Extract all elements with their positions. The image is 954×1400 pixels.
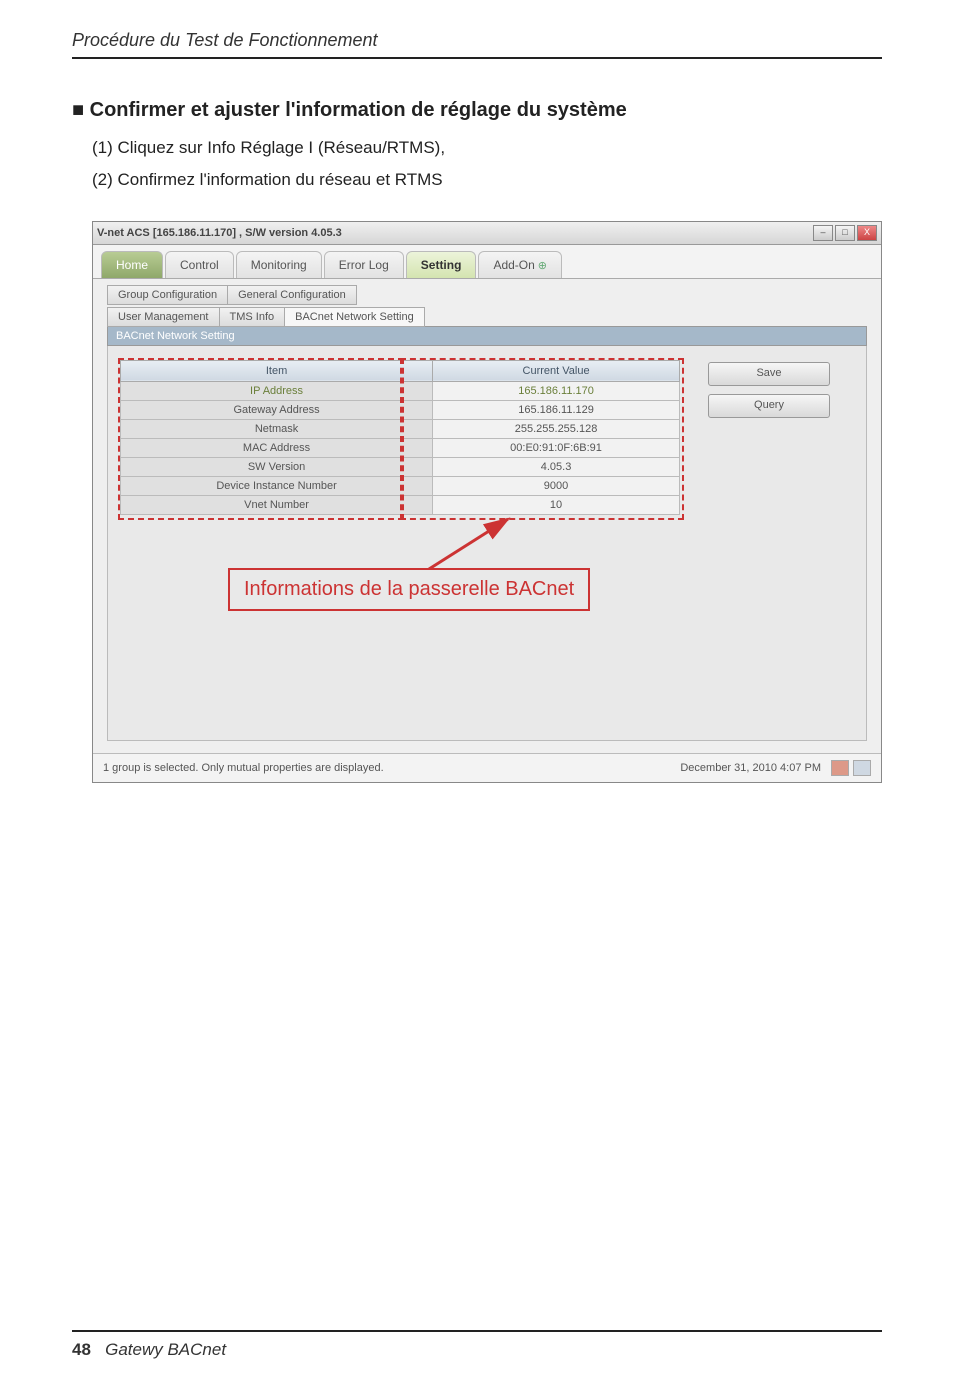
close-button[interactable]: X bbox=[857, 225, 877, 241]
plus-icon: ⊕ bbox=[538, 259, 547, 272]
cell-value: 165.186.11.170 bbox=[433, 381, 680, 400]
page-number: 48 bbox=[72, 1340, 91, 1359]
app-window: V-net ACS [165.186.11.170] , S/W version… bbox=[92, 221, 882, 783]
footer-rule bbox=[72, 1330, 882, 1332]
annotation-box: Informations de la passerelle BACnet bbox=[228, 568, 590, 611]
cell-label: Device Instance Number bbox=[121, 476, 433, 495]
status-bar: 1 group is selected. Only mutual propert… bbox=[93, 753, 881, 782]
tab-user-management[interactable]: User Management bbox=[107, 307, 220, 327]
table-row: SW Version 4.05.3 bbox=[121, 457, 680, 476]
tab-tms-info[interactable]: TMS Info bbox=[219, 307, 286, 327]
table-row: Netmask 255.255.255.128 bbox=[121, 419, 680, 438]
cell-value: 4.05.3 bbox=[433, 457, 680, 476]
tab-group-configuration[interactable]: Group Configuration bbox=[107, 285, 228, 305]
cell-label: Gateway Address bbox=[121, 400, 433, 419]
cell-label: Vnet Number bbox=[121, 495, 433, 514]
save-button[interactable]: Save bbox=[708, 362, 830, 386]
cell-value: 10 bbox=[433, 495, 680, 514]
cell-value: 165.186.11.129 bbox=[433, 400, 680, 419]
subtabs-level1: Group Configuration General Configuratio… bbox=[107, 285, 867, 305]
cell-label: IP Address bbox=[121, 381, 433, 400]
tab-home[interactable]: Home bbox=[101, 251, 163, 278]
cell-value: 00:E0:91:0F:6B:91 bbox=[433, 438, 680, 457]
tab-setting[interactable]: Setting bbox=[406, 251, 477, 278]
table-row: Gateway Address 165.186.11.129 bbox=[121, 400, 680, 419]
tab-general-configuration[interactable]: General Configuration bbox=[227, 285, 357, 305]
table-row: Vnet Number 10 bbox=[121, 495, 680, 514]
panel-title: BACnet Network Setting bbox=[107, 326, 867, 346]
query-button[interactable]: Query bbox=[708, 394, 830, 418]
bullet-2: (2) Confirmez l'information du réseau et… bbox=[92, 164, 882, 196]
cell-label: SW Version bbox=[121, 457, 433, 476]
section-title: ■ Confirmer et ajuster l'information de … bbox=[72, 99, 882, 122]
settings-table: Item Current Value IP Address 165.186.11… bbox=[120, 360, 680, 515]
status-text-right: December 31, 2010 4:07 PM bbox=[680, 762, 821, 774]
cell-label: Netmask bbox=[121, 419, 433, 438]
header-rule bbox=[72, 57, 882, 59]
maximize-button[interactable]: □ bbox=[835, 225, 855, 241]
subtabs-level2: User Management TMS Info BACnet Network … bbox=[107, 307, 867, 327]
product-name: Gatewy BACnet bbox=[105, 1340, 226, 1359]
tab-errorlog[interactable]: Error Log bbox=[324, 251, 404, 278]
cell-value: 255.255.255.128 bbox=[433, 419, 680, 438]
status-icon bbox=[853, 760, 871, 776]
title-bar: V-net ACS [165.186.11.170] , S/W version… bbox=[93, 222, 881, 245]
table-row: Device Instance Number 9000 bbox=[121, 476, 680, 495]
cell-label: MAC Address bbox=[121, 438, 433, 457]
panel-body: Item Current Value IP Address 165.186.11… bbox=[107, 346, 867, 741]
tab-control[interactable]: Control bbox=[165, 251, 234, 278]
status-icon bbox=[831, 760, 849, 776]
col-header-item: Item bbox=[121, 360, 433, 381]
table-row: IP Address 165.186.11.170 bbox=[121, 381, 680, 400]
tab-addon[interactable]: Add-On ⊕ bbox=[478, 251, 562, 278]
tab-monitoring[interactable]: Monitoring bbox=[236, 251, 322, 278]
tab-bacnet-network-setting[interactable]: BACnet Network Setting bbox=[284, 307, 425, 327]
page-footer: 48 Gatewy BACnet bbox=[72, 1330, 882, 1360]
minimize-button[interactable]: – bbox=[813, 225, 833, 241]
window-title: V-net ACS [165.186.11.170] , S/W version… bbox=[97, 227, 342, 239]
bullet-1: (1) Cliquez sur Info Réglage I (Réseau/R… bbox=[92, 132, 882, 164]
tab-addon-label: Add-On bbox=[493, 258, 534, 272]
table-row: MAC Address 00:E0:91:0F:6B:91 bbox=[121, 438, 680, 457]
page-header: Procédure du Test de Fonctionnement bbox=[72, 30, 882, 51]
col-header-value: Current Value bbox=[433, 360, 680, 381]
cell-value: 9000 bbox=[433, 476, 680, 495]
main-nav: Home Control Monitoring Error Log Settin… bbox=[93, 245, 881, 279]
status-text-left: 1 group is selected. Only mutual propert… bbox=[103, 762, 384, 774]
